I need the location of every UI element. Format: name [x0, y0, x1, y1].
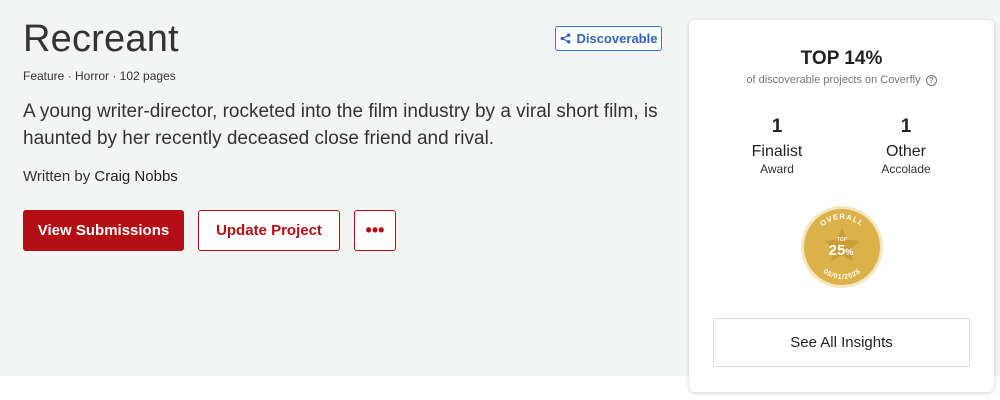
badge-value: 25 — [829, 242, 846, 259]
rank-subtitle-text: of discoverable projects on Coverfly — [746, 74, 921, 86]
author-name[interactable]: Craig Nobbs — [94, 168, 177, 185]
see-all-insights-button[interactable]: See All Insights — [713, 318, 970, 367]
discoverable-label: Discoverable — [576, 31, 658, 46]
stat-kind: Award — [760, 162, 794, 176]
stat-other: 1 Other Accolade — [846, 116, 966, 176]
stat-label: Other — [885, 143, 926, 160]
project-title: Recreant — [23, 18, 179, 60]
insights-card: TOP 14% of discoverable projects on Cove… — [689, 20, 994, 392]
project-header: Recreant Discoverable Feature · Horror ·… — [23, 0, 668, 376]
written-by-prefix: Written by — [23, 168, 91, 185]
discoverable-badge[interactable]: Discoverable — [555, 26, 662, 51]
project-meta: Feature · Horror · 102 pages — [23, 69, 176, 83]
stat-value: 1 — [771, 116, 783, 137]
project-page: Recreant Discoverable Feature · Horror ·… — [0, 0, 1000, 400]
help-icon[interactable]: ? — [925, 75, 937, 86]
overall-rank-badge: OVERALL TOP 25% 05/01/2025 — [800, 205, 884, 289]
stat-label: Finalist — [751, 143, 803, 160]
stat-value: 1 — [900, 116, 912, 137]
share-icon — [560, 33, 570, 44]
rank-subtitle: of discoverable projects on Coverfly ? — [689, 74, 994, 86]
written-by: Written by Craig Nobbs — [23, 168, 178, 185]
view-submissions-button[interactable]: View Submissions — [23, 210, 184, 251]
stat-kind: Accolade — [881, 162, 931, 176]
more-options-button[interactable]: ••• — [354, 210, 396, 251]
stat-finalist: 1 Finalist Award — [717, 116, 837, 176]
overall-badge-graphic: OVERALL TOP 25% 05/01/2025 — [801, 206, 883, 288]
badge-unit: % — [845, 247, 853, 257]
rank-percentile: TOP 14% — [800, 48, 883, 69]
project-logline: A young writer-director, rocketed into t… — [23, 101, 658, 149]
update-project-button[interactable]: Update Project — [198, 210, 340, 251]
